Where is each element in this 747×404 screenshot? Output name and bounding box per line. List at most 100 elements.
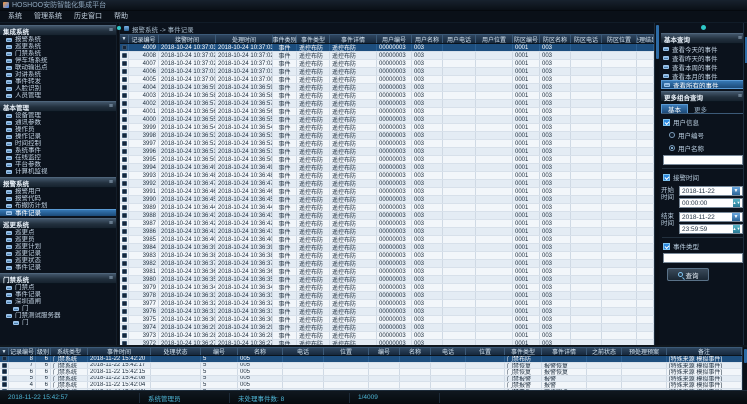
basic-query-item[interactable]: 查看所有的事件 — [661, 80, 745, 89]
table-row[interactable]: 39922018-10-24 10:36:472018-10-24 10:36:… — [120, 180, 654, 188]
table-row[interactable]: 40082018-10-24 10:37:022018-10-24 10:37:… — [120, 52, 654, 60]
sidebar-item[interactable]: 操作记录 — [0, 133, 116, 140]
sidebar-item[interactable]: 人脸识别 — [0, 85, 116, 92]
table-row[interactable]: 39982018-10-24 10:36:532018-10-24 10:36:… — [120, 132, 654, 140]
column-header[interactable]: 处理结果 — [637, 35, 654, 43]
column-header[interactable]: 用户编号 — [377, 35, 412, 43]
sidebar-item[interactable]: 停车场系统 — [0, 57, 116, 64]
table-row[interactable]: 39752018-10-24 10:36:302018-10-24 10:36:… — [120, 316, 654, 324]
table-row[interactable]: 40092018-10-24 10:37:032018-10-24 10:37:… — [120, 44, 654, 52]
section-menu-icon[interactable]: ≡ — [109, 274, 113, 283]
left-splitter[interactable] — [116, 23, 120, 345]
sidebar-item[interactable]: 深圳道闸 — [0, 298, 116, 305]
column-header[interactable]: 用户电话 — [443, 35, 476, 43]
column-header[interactable]: 接警时间 — [159, 35, 216, 43]
column-header[interactable]: 编号 — [369, 348, 400, 355]
table-row[interactable]: 39832018-10-24 10:36:382018-10-24 10:36:… — [120, 252, 654, 260]
user-info-checkbox[interactable] — [663, 119, 670, 126]
sidebar-item[interactable]: 人员管理 — [0, 92, 116, 99]
filter-icon[interactable]: ▼ — [120, 35, 129, 43]
splitter-collapse-icon[interactable] — [117, 26, 121, 30]
column-header[interactable]: 事件时间 — [88, 348, 151, 355]
calendar-dropdown-icon[interactable]: ▼ — [732, 187, 740, 195]
menu-item-1[interactable]: 管理系统 — [28, 11, 68, 23]
sidebar-section-header[interactable]: 基本管理≡ — [0, 101, 116, 112]
event-type-checkbox[interactable] — [663, 243, 670, 250]
sidebar-section-header[interactable]: 门禁系统≡ — [0, 273, 116, 284]
event-type-input[interactable] — [663, 253, 743, 263]
query-button[interactable]: 查询 — [667, 268, 709, 281]
sidebar-section-header[interactable]: 集成系统≡ — [0, 25, 116, 36]
table-row[interactable]: 39962018-10-24 10:36:512018-10-24 10:36:… — [120, 148, 654, 156]
menu-item-3[interactable]: 帮助 — [108, 11, 134, 23]
column-header[interactable]: 事件类别 — [273, 35, 297, 43]
table-row[interactable]: 40012018-10-24 10:36:562018-10-24 10:36:… — [120, 108, 654, 116]
sidebar-item[interactable]: 操作员 — [0, 126, 116, 133]
sidebar-item[interactable]: 巡更记录 — [0, 250, 116, 257]
section-menu-icon[interactable]: ≡ — [109, 178, 113, 187]
section-menu-icon[interactable]: ≡ — [109, 26, 113, 35]
time-spinner-icon[interactable]: ▲▼ — [733, 199, 740, 207]
column-header[interactable]: 防区名称 — [540, 35, 571, 43]
column-header[interactable]: 电话 — [431, 348, 466, 355]
table-row[interactable]: 39772018-10-24 10:36:322018-10-24 10:36:… — [120, 300, 654, 308]
sidebar-item[interactable]: 时间控制 — [0, 140, 116, 147]
table-row[interactable]: 39972018-10-24 10:36:522018-10-24 10:36:… — [120, 140, 654, 148]
basic-query-item[interactable]: 查看本周的事件 — [661, 62, 745, 71]
sidebar-item[interactable]: 在线监控 — [0, 154, 116, 161]
table-row[interactable]: 39902018-10-24 10:36:452018-10-24 10:36:… — [120, 196, 654, 204]
table-row[interactable]: 40022018-10-24 10:36:572018-10-24 10:36:… — [120, 100, 654, 108]
user-name-radio[interactable] — [669, 145, 675, 151]
sidebar-item[interactable]: 巡更员 — [0, 236, 116, 243]
table-row[interactable]: 40062018-10-24 10:37:012018-10-24 10:37:… — [120, 68, 654, 76]
column-header[interactable]: 级别 — [36, 348, 51, 355]
user-value-input[interactable] — [663, 155, 743, 165]
table-row[interactable]: 39882018-10-24 10:36:432018-10-24 10:36:… — [120, 212, 654, 220]
table-row[interactable]: 39732018-10-24 10:36:282018-10-24 10:36:… — [120, 332, 654, 340]
sidebar-item[interactable]: 事件记录 — [0, 264, 116, 271]
sidebar-item[interactable]: 巡更系统 — [0, 43, 116, 50]
menu-item-0[interactable]: 系统 — [2, 11, 28, 23]
table-row[interactable]: 39872018-10-24 10:36:422018-10-24 10:36:… — [120, 220, 654, 228]
tab-basic[interactable]: 基本 — [661, 104, 688, 113]
column-header[interactable]: 编号 — [201, 348, 238, 355]
basic-query-item[interactable]: 查看本月的事件 — [661, 71, 745, 80]
table-row[interactable]: 39822018-10-24 10:36:372018-10-24 10:36:… — [120, 260, 654, 268]
column-header[interactable]: 防区电话 — [571, 35, 602, 43]
user-id-radio[interactable] — [669, 132, 675, 138]
column-header[interactable]: 之前状态 — [587, 348, 622, 355]
recv-time-checkbox[interactable] — [663, 174, 670, 181]
sidebar-item[interactable]: 门 — [0, 319, 116, 326]
sidebar-item[interactable]: 门 — [0, 305, 116, 312]
sidebar-item[interactable]: 门禁测试服务器 — [0, 312, 116, 319]
column-header[interactable]: 处理时间 — [216, 35, 273, 43]
end-date-input[interactable]: 2018-11-22 ▼ — [679, 212, 743, 222]
sidebar-item[interactable]: 对讲系统 — [0, 71, 116, 78]
table-row[interactable]: 39812018-10-24 10:36:362018-10-24 10:36:… — [120, 268, 654, 276]
table-row[interactable]: 39952018-10-24 10:36:502018-10-24 10:36:… — [120, 156, 654, 164]
table-row[interactable]: 39992018-10-24 10:36:542018-10-24 10:36:… — [120, 124, 654, 132]
sidebar-item[interactable]: 系统事件 — [0, 147, 116, 154]
sidebar-item[interactable]: 巡更计划 — [0, 243, 116, 250]
section-menu-icon[interactable]: ≡ — [738, 34, 742, 43]
column-header[interactable]: 预处理预案 — [622, 348, 667, 355]
table-row[interactable]: 39932018-10-24 10:36:482018-10-24 10:36:… — [120, 172, 654, 180]
column-header[interactable]: 事件详情 — [542, 348, 587, 355]
table-row[interactable]: 39782018-10-24 10:36:332018-10-24 10:36:… — [120, 292, 654, 300]
column-header[interactable]: 事件类型 — [505, 348, 542, 355]
sidebar-section-header[interactable]: 巡更系统≡ — [0, 218, 116, 229]
column-header[interactable]: 名称 — [238, 348, 283, 355]
sidebar-item[interactable]: 报警系统 — [0, 36, 116, 43]
sidebar-item[interactable]: 布撤防计划 — [0, 202, 116, 209]
sidebar-item[interactable]: 报警用户 — [0, 188, 116, 195]
start-time-input[interactable]: 00:00:00 ▲▼ — [679, 198, 743, 208]
table-row[interactable]: 40072018-10-24 10:37:022018-10-24 10:37:… — [120, 60, 654, 68]
table-row[interactable]: 39892018-10-24 10:36:442018-10-24 10:36:… — [120, 204, 654, 212]
end-time-input[interactable]: 23:59:59 ▲▼ — [679, 224, 743, 234]
sidebar-item[interactable]: 门禁系统 — [0, 50, 116, 57]
table-row[interactable]: 39942018-10-24 10:36:492018-10-24 10:36:… — [120, 164, 654, 172]
section-menu-icon[interactable]: ≡ — [109, 102, 113, 111]
basic-query-item[interactable]: 查看昨天的事件 — [661, 53, 745, 62]
sidebar-item[interactable]: 通讯参数 — [0, 119, 116, 126]
panel-collapse-icon[interactable] — [701, 25, 706, 30]
